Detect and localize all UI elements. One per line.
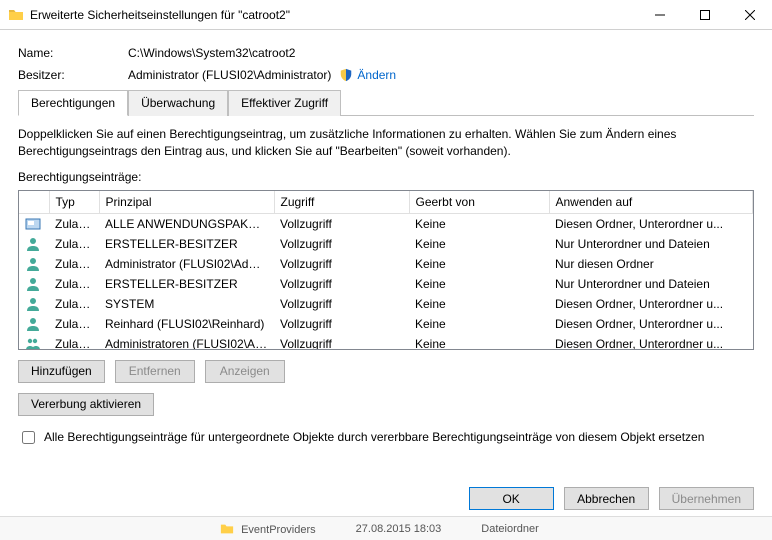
cell-principal: ALLE ANWENDUNGSPAKETE [99,213,274,234]
cell-inherited: Keine [409,314,549,334]
user-icon [25,256,41,272]
tab-effective-access[interactable]: Effektiver Zugriff [228,90,341,116]
table-row[interactable]: Zulas...ALLE ANWENDUNGSPAKETEVollzugriff… [19,213,753,234]
group-icon [25,336,41,349]
cell-inherited: Keine [409,334,549,349]
col-access[interactable]: Zugriff [274,191,409,214]
user-icon [25,296,41,312]
cell-principal: Administrator (FLUSI02\Adm... [99,254,274,274]
remove-button[interactable]: Entfernen [115,360,195,383]
cell-access: Vollzugriff [274,254,409,274]
minimize-button[interactable] [637,0,682,30]
replace-checkbox[interactable] [22,431,35,444]
cancel-button[interactable]: Abbrechen [564,487,649,510]
cell-type: Zulas... [49,294,99,314]
cell-inherited: Keine [409,274,549,294]
shield-icon [339,68,353,82]
permissions-table: Typ Prinzipal Zugriff Geerbt von Anwende… [18,190,754,350]
folder-icon [220,522,234,536]
user-icon [25,236,41,252]
add-button[interactable]: Hinzufügen [18,360,105,383]
cell-type: Zulas... [49,314,99,334]
bg-item-name: EventProviders [241,524,316,536]
name-label: Name: [18,46,128,60]
cell-type: Zulas... [49,234,99,254]
minimize-icon [655,10,665,20]
view-button[interactable]: Anzeigen [205,360,285,383]
col-inherited[interactable]: Geerbt von [409,191,549,214]
close-icon [745,10,755,20]
cell-applies: Diesen Ordner, Unterordner u... [549,294,753,314]
table-row[interactable]: Zulas...Reinhard (FLUSI02\Reinhard)Vollz… [19,314,753,334]
col-principal[interactable]: Prinzipal [99,191,274,214]
cell-principal: SYSTEM [99,294,274,314]
table-row[interactable]: Zulas...Administratoren (FLUSI02\Ad...Vo… [19,334,753,349]
cell-principal: Reinhard (FLUSI02\Reinhard) [99,314,274,334]
cell-type: Zulas... [49,213,99,234]
cell-access: Vollzugriff [274,213,409,234]
col-icon-header[interactable] [19,191,49,214]
name-value: C:\Windows\System32\catroot2 [128,46,295,60]
user-icon [25,316,41,332]
cell-inherited: Keine [409,213,549,234]
replace-label: Alle Berechtigungseinträge für untergeor… [44,430,704,444]
user-icon [25,276,41,292]
enable-inheritance-button[interactable]: Vererbung aktivieren [18,393,154,416]
close-button[interactable] [727,0,772,30]
cell-applies: Diesen Ordner, Unterordner u... [549,213,753,234]
change-owner-link[interactable]: Ändern [357,68,396,82]
maximize-icon [700,10,710,20]
cell-applies: Nur Unterordner und Dateien [549,234,753,254]
col-type[interactable]: Typ [49,191,99,214]
cell-inherited: Keine [409,294,549,314]
cell-access: Vollzugriff [274,314,409,334]
owner-value: Administrator (FLUSI02\Administrator) [128,68,331,82]
cell-principal: ERSTELLER-BESITZER [99,274,274,294]
cell-type: Zulas... [49,334,99,349]
table-row[interactable]: Zulas...ERSTELLER-BESITZERVollzugriffKei… [19,274,753,294]
entries-label: Berechtigungseinträge: [18,170,754,184]
folder-icon [8,7,24,23]
cell-applies: Nur Unterordner und Dateien [549,274,753,294]
apply-button[interactable]: Übernehmen [659,487,754,510]
col-applies[interactable]: Anwenden auf [549,191,753,214]
cell-inherited: Keine [409,234,549,254]
cell-principal: ERSTELLER-BESITZER [99,234,274,254]
table-scroll[interactable]: Typ Prinzipal Zugriff Geerbt von Anwende… [19,191,753,349]
bg-item-type: Dateiordner [481,523,538,535]
cell-applies: Nur diesen Ordner [549,254,753,274]
cell-access: Vollzugriff [274,294,409,314]
cell-type: Zulas... [49,254,99,274]
tabs: Berechtigungen Überwachung Effektiver Zu… [18,90,754,116]
package-icon [25,216,41,232]
cell-type: Zulas... [49,274,99,294]
table-row[interactable]: Zulas...Administrator (FLUSI02\Adm...Vol… [19,254,753,274]
description-text: Doppelklicken Sie auf einen Berechtigung… [18,126,754,160]
cell-access: Vollzugriff [274,334,409,349]
window-title: Erweiterte Sicherheitseinstellungen für … [30,8,637,22]
cell-access: Vollzugriff [274,234,409,254]
cell-principal: Administratoren (FLUSI02\Ad... [99,334,274,349]
cell-applies: Diesen Ordner, Unterordner u... [549,334,753,349]
maximize-button[interactable] [682,0,727,30]
tab-auditing[interactable]: Überwachung [128,90,228,116]
cell-inherited: Keine [409,254,549,274]
table-row[interactable]: Zulas...SYSTEMVollzugriffKeineDiesen Ord… [19,294,753,314]
cell-applies: Diesen Ordner, Unterordner u... [549,314,753,334]
ok-button[interactable]: OK [469,487,554,510]
background-explorer-row: EventProviders 27.08.2015 18:03 Dateiord… [0,516,772,540]
owner-label: Besitzer: [18,68,128,82]
titlebar: Erweiterte Sicherheitseinstellungen für … [0,0,772,30]
bg-item-date: 27.08.2015 18:03 [356,523,442,535]
cell-access: Vollzugriff [274,274,409,294]
tab-permissions[interactable]: Berechtigungen [18,90,128,116]
table-row[interactable]: Zulas...ERSTELLER-BESITZERVollzugriffKei… [19,234,753,254]
